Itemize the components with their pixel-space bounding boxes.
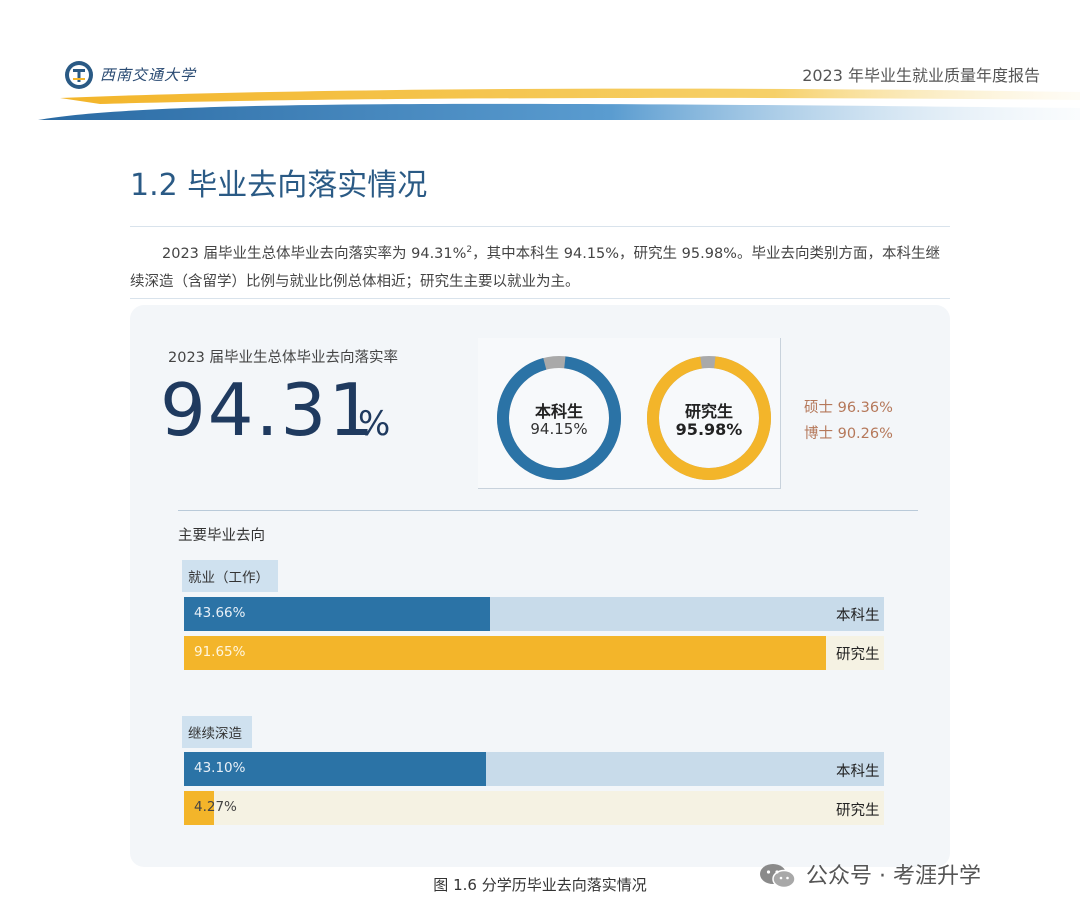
graduate-donut-value: 95.98% — [675, 420, 743, 439]
overall-rate-value: 94.31 — [160, 368, 377, 452]
overall-rate-unit: % — [358, 404, 391, 444]
graduate-donut-label: 研究生 — [684, 402, 733, 421]
watermark-text: 公众号 · 考涯升学 — [806, 864, 981, 889]
group-tag-further-study: 继续深造 — [182, 716, 252, 748]
overall-rate-label: 2023 届毕业生总体毕业去向落实率 — [168, 350, 399, 366]
destinations-heading: 主要毕业去向 — [178, 528, 265, 544]
intro-paragraph: 2023 届毕业生总体毕业去向落实率为 94.31%2，其中本科生 94.15%… — [130, 236, 950, 296]
bar-employment-graduate — [184, 636, 826, 670]
undergrad-donut-label: 本科生 — [534, 402, 583, 421]
bar-category-label: 研究生 — [836, 803, 880, 819]
bar-category-label: 本科生 — [836, 764, 880, 780]
bar-category-label: 本科生 — [836, 608, 880, 624]
undergrad-donut-value: 94.15% — [530, 420, 588, 438]
section-title: 1.2 毕业去向落实情况 — [130, 168, 428, 203]
header-decorative-band — [38, 88, 1080, 120]
bar-value-label: 43.66% — [194, 605, 246, 621]
bar-value-label: 43.10% — [194, 760, 246, 776]
phd-rate: 博士 90.26% — [804, 426, 893, 442]
panel-divider — [178, 510, 918, 511]
bar-category-label: 研究生 — [836, 647, 880, 663]
bar-track — [184, 791, 884, 825]
bar-value-label: 4.27% — [194, 799, 237, 815]
bar-value-label: 91.65% — [194, 644, 246, 660]
divider — [130, 226, 950, 227]
divider — [130, 298, 950, 299]
group-tag-employment: 就业（工作） — [182, 560, 278, 592]
wechat-icon — [760, 864, 796, 889]
intro-text-part1: 2023 届毕业生总体毕业去向落实率为 94.31% — [162, 245, 467, 262]
master-rate: 硕士 96.36% — [804, 400, 893, 416]
